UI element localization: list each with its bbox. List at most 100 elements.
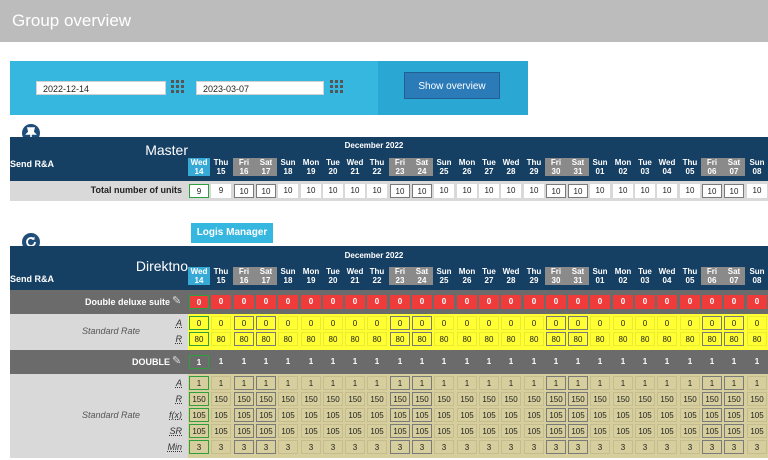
room-availability-cell[interactable]: 1 [524, 355, 544, 369]
rate-cell[interactable]: 3 [568, 440, 588, 454]
rate-cell[interactable]: 1 [546, 376, 566, 390]
rate-cell[interactable]: 1 [434, 376, 454, 390]
room-availability-cell[interactable]: 1 [702, 355, 722, 369]
units-cell[interactable]: 10 [724, 184, 744, 198]
rate-cell[interactable]: 105 [724, 424, 744, 438]
rate-cell[interactable]: 105 [568, 408, 588, 422]
rate-cell[interactable]: 105 [301, 424, 321, 438]
rate-cell[interactable]: 0 [546, 316, 566, 330]
room-availability-cell[interactable]: 0 [367, 295, 387, 309]
room-availability-cell[interactable]: 1 [657, 355, 677, 369]
rate-cell[interactable]: 105 [590, 408, 610, 422]
room-availability-cell[interactable]: 1 [568, 355, 588, 369]
rate-cell[interactable]: 80 [323, 332, 343, 346]
room-availability-cell[interactable]: 0 [434, 295, 454, 309]
room-availability-cell[interactable]: 0 [635, 295, 655, 309]
units-cell[interactable]: 10 [412, 184, 432, 198]
room-availability-cell[interactable]: 1 [234, 355, 254, 369]
rate-cell[interactable]: 1 [524, 376, 544, 390]
room-availability-cell[interactable]: 1 [278, 355, 298, 369]
rate-cell[interactable]: 3 [234, 440, 254, 454]
rate-cell[interactable]: 150 [211, 392, 231, 406]
rate-cell[interactable]: 3 [635, 440, 655, 454]
units-cell[interactable]: 10 [501, 184, 521, 198]
rate-cell[interactable]: 105 [613, 424, 633, 438]
units-cell[interactable]: 10 [479, 184, 499, 198]
units-cell[interactable]: 10 [367, 184, 387, 198]
room-availability-cell[interactable]: 1 [412, 355, 432, 369]
rate-cell[interactable]: 80 [189, 332, 209, 346]
edit-pencil-icon[interactable]: ✎ [172, 355, 184, 367]
rate-cell[interactable]: 1 [635, 376, 655, 390]
rate-cell[interactable]: 105 [345, 408, 365, 422]
rate-cell[interactable]: 3 [524, 440, 544, 454]
room-availability-cell[interactable]: 0 [501, 295, 521, 309]
rate-cell[interactable]: 105 [524, 424, 544, 438]
rate-cell[interactable]: 105 [501, 424, 521, 438]
room-availability-cell[interactable]: 1 [747, 355, 767, 369]
rate-cell[interactable]: 80 [657, 332, 677, 346]
room-availability-cell[interactable]: 0 [702, 295, 722, 309]
room-availability-cell[interactable]: 0 [568, 295, 588, 309]
rate-row-code[interactable]: Min [150, 442, 182, 452]
rate-cell[interactable]: 1 [501, 376, 521, 390]
rate-cell[interactable]: 105 [234, 424, 254, 438]
rate-cell[interactable]: 80 [702, 332, 722, 346]
room-availability-cell[interactable]: 0 [301, 295, 321, 309]
units-cell[interactable]: 10 [345, 184, 365, 198]
units-cell[interactable]: 10 [747, 184, 767, 198]
rate-cell[interactable]: 150 [457, 392, 477, 406]
rate-cell[interactable]: 1 [680, 376, 700, 390]
rate-cell[interactable]: 105 [278, 408, 298, 422]
calendar-icon[interactable] [171, 80, 184, 93]
rate-cell[interactable]: 80 [278, 332, 298, 346]
room-availability-cell[interactable]: 1 [546, 355, 566, 369]
rate-cell[interactable]: 80 [568, 332, 588, 346]
rate-cell[interactable]: 1 [234, 376, 254, 390]
rate-cell[interactable]: 105 [613, 408, 633, 422]
rate-cell[interactable]: 105 [657, 424, 677, 438]
rate-row-code[interactable]: f(x) [150, 410, 182, 420]
room-availability-cell[interactable]: 1 [501, 355, 521, 369]
rate-cell[interactable]: 1 [367, 376, 387, 390]
rate-cell[interactable]: 105 [256, 424, 276, 438]
rate-cell[interactable]: 80 [234, 332, 254, 346]
units-cell[interactable]: 10 [568, 184, 588, 198]
rate-cell[interactable]: 0 [524, 316, 544, 330]
room-availability-cell[interactable]: 1 [390, 355, 410, 369]
rate-cell[interactable]: 105 [702, 408, 722, 422]
rate-cell[interactable]: 80 [501, 332, 521, 346]
rate-cell[interactable]: 105 [434, 408, 454, 422]
rate-cell[interactable]: 150 [189, 392, 209, 406]
units-cell[interactable]: 10 [702, 184, 722, 198]
rate-cell[interactable]: 80 [724, 332, 744, 346]
rate-cell[interactable]: 1 [657, 376, 677, 390]
rate-cell[interactable]: 3 [211, 440, 231, 454]
rate-cell[interactable]: 105 [680, 424, 700, 438]
units-cell[interactable]: 10 [234, 184, 254, 198]
rate-cell[interactable]: 150 [412, 392, 432, 406]
room-availability-cell[interactable]: 1 [724, 355, 744, 369]
rate-cell[interactable]: 1 [702, 376, 722, 390]
room-availability-cell[interactable]: 0 [390, 295, 410, 309]
rate-cell[interactable]: 3 [613, 440, 633, 454]
rate-row-code[interactable]: R [150, 394, 183, 404]
rate-cell[interactable]: 150 [501, 392, 521, 406]
units-cell[interactable]: 10 [657, 184, 677, 198]
rate-cell[interactable]: 3 [278, 440, 298, 454]
rate-cell[interactable]: 150 [479, 392, 499, 406]
rate-cell[interactable]: 3 [189, 440, 209, 454]
room-availability-cell[interactable]: 0 [680, 295, 700, 309]
rate-cell[interactable]: 150 [568, 392, 588, 406]
rate-cell[interactable]: 0 [457, 316, 477, 330]
rate-cell[interactable]: 3 [747, 440, 767, 454]
rate-cell[interactable]: 105 [568, 424, 588, 438]
rate-cell[interactable]: 105 [189, 408, 209, 422]
units-cell[interactable]: 10 [301, 184, 321, 198]
rate-cell[interactable]: 1 [323, 376, 343, 390]
rate-cell[interactable]: 150 [613, 392, 633, 406]
rate-cell[interactable]: 80 [434, 332, 454, 346]
room-availability-cell[interactable]: 1 [613, 355, 633, 369]
rate-cell[interactable]: 0 [479, 316, 499, 330]
units-cell[interactable]: 10 [457, 184, 477, 198]
